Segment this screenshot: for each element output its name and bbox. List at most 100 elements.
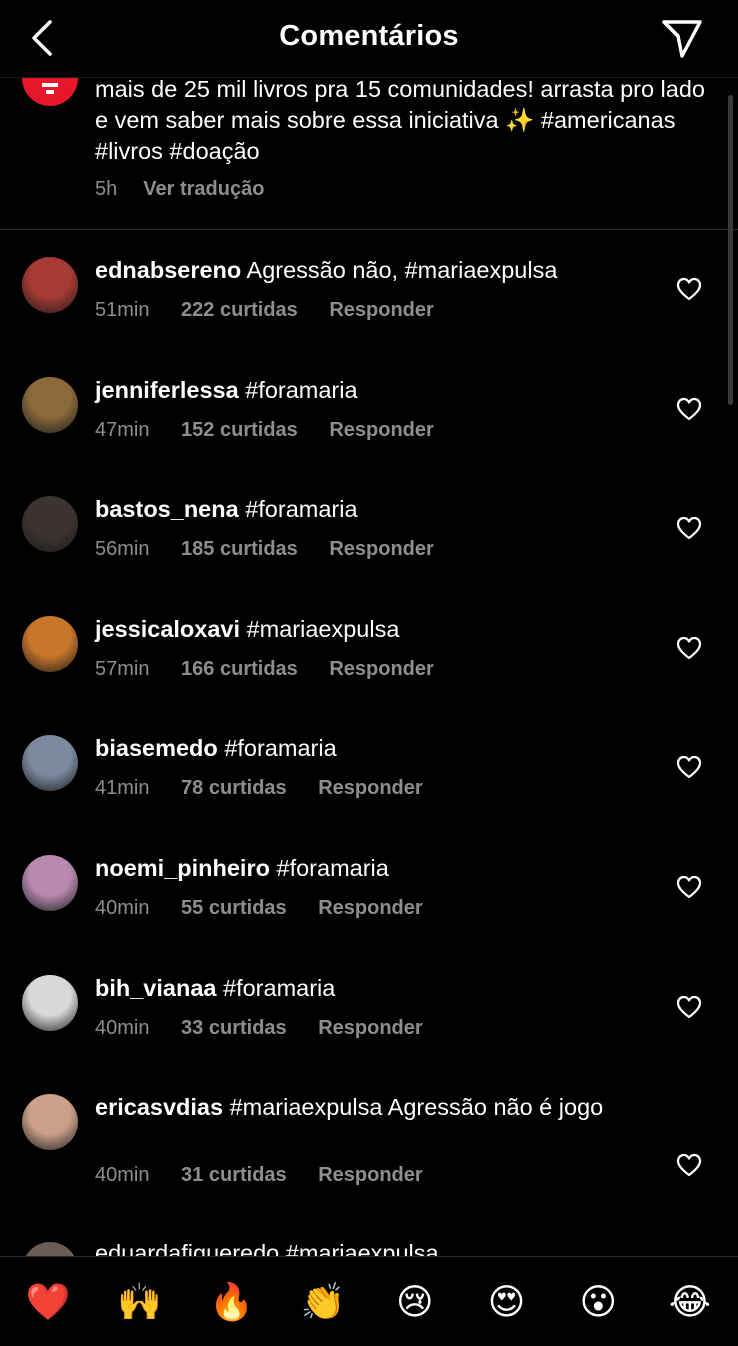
raising-hands-emoji-button[interactable]: 🙌 bbox=[117, 1280, 162, 1324]
crying-face-emoji-button[interactable]: 😢 bbox=[393, 1280, 437, 1324]
comment-time: 57min bbox=[95, 657, 150, 680]
comment-meta: 57min 166 curtidas Responder bbox=[95, 658, 460, 681]
like-button[interactable] bbox=[676, 995, 702, 1019]
likes-count[interactable]: 222 curtidas bbox=[181, 299, 298, 321]
comment-username[interactable]: jenniferlessa bbox=[95, 377, 239, 403]
page-title: Comentários bbox=[279, 20, 459, 52]
likes-count[interactable]: 152 curtidas bbox=[181, 419, 298, 441]
comment-item: jessicaloxavi #mariaexpulsa 57min 166 cu… bbox=[0, 589, 738, 709]
comment-username[interactable]: ednabsereno bbox=[95, 257, 241, 283]
comment-time: 56min bbox=[95, 538, 150, 561]
like-button[interactable] bbox=[676, 755, 702, 779]
comment-text: #foramaria bbox=[224, 735, 337, 762]
red-heart-emoji-button[interactable]: ❤️ bbox=[26, 1280, 71, 1324]
fire-emoji-button[interactable]: 🔥 bbox=[209, 1280, 254, 1324]
comment-text: #foramaria bbox=[223, 974, 336, 1001]
comment-item: ednabsereno Agressão não, #mariaexpulsa … bbox=[0, 230, 738, 350]
comment-username[interactable]: noemi_pinheiro bbox=[95, 855, 270, 881]
comment-text: eduardafigueredo #mariaexpulsa bbox=[95, 1240, 439, 1256]
brand-logo-icon bbox=[42, 83, 58, 87]
heart-icon bbox=[676, 1154, 702, 1177]
avatar[interactable] bbox=[22, 1094, 78, 1151]
avatar[interactable] bbox=[22, 854, 78, 911]
comment-username[interactable]: biasemedo bbox=[95, 735, 218, 761]
like-button[interactable] bbox=[676, 397, 702, 421]
caption-meta: 5h Ver tradução bbox=[95, 178, 264, 201]
avatar[interactable] bbox=[22, 735, 78, 792]
comment-username[interactable]: bih_vianaa bbox=[95, 975, 216, 1001]
like-button[interactable] bbox=[676, 875, 702, 899]
avatar[interactable] bbox=[22, 376, 78, 433]
avatar[interactable] bbox=[22, 1242, 78, 1256]
likes-count[interactable]: 185 curtidas bbox=[181, 538, 298, 560]
heart-eyes-emoji-button[interactable]: 😍 bbox=[485, 1280, 529, 1324]
comment-time: 40min bbox=[95, 896, 150, 919]
comment-username[interactable]: bastos_nena bbox=[95, 496, 239, 522]
comment-item-partial: eduardafigueredo #mariaexpulsa bbox=[0, 1220, 738, 1256]
reply-button[interactable]: Responder bbox=[329, 299, 433, 321]
avatar[interactable] bbox=[22, 257, 78, 313]
comment-item: biasemedo #foramaria 41min 78 curtidas R… bbox=[0, 708, 738, 828]
comment-item: bastos_nena #foramaria 56min 185 curtida… bbox=[0, 469, 738, 589]
comment-meta: 40min 31 curtidas Responder bbox=[95, 1164, 449, 1187]
comment-username[interactable]: jessicaloxavi bbox=[95, 616, 240, 642]
reply-button[interactable]: Responder bbox=[318, 1017, 422, 1039]
avatar[interactable] bbox=[22, 496, 78, 553]
comment-item: jenniferlessa #foramaria 47min 152 curti… bbox=[0, 350, 738, 470]
laughing-face-emoji-button[interactable]: 😂 bbox=[668, 1280, 712, 1324]
comment-username[interactable]: ericasvdias bbox=[95, 1094, 223, 1120]
like-button[interactable] bbox=[676, 516, 702, 540]
avatar[interactable] bbox=[22, 615, 78, 672]
comment-item: noemi_pinheiro #foramaria 40min 55 curti… bbox=[0, 828, 738, 948]
comment-text: #foramaria bbox=[276, 854, 389, 881]
likes-count[interactable]: 33 curtidas bbox=[181, 1017, 287, 1039]
comment-time: 51min bbox=[95, 299, 150, 321]
scrollbar[interactable] bbox=[728, 95, 733, 405]
caption-time: 5h bbox=[95, 178, 118, 200]
comment-text: #foramaria bbox=[245, 496, 358, 523]
comment-text: #foramaria bbox=[245, 376, 358, 403]
comments-screen: Comentários mais de 25 mil livros pra 15… bbox=[0, 0, 738, 1346]
heart-icon bbox=[676, 995, 702, 1018]
reply-button[interactable]: Responder bbox=[329, 419, 433, 441]
like-button[interactable] bbox=[676, 1153, 702, 1177]
comment-meta: 56min 185 curtidas Responder bbox=[95, 538, 460, 561]
like-button[interactable] bbox=[676, 636, 702, 660]
see-translation-link[interactable]: Ver tradução bbox=[143, 178, 264, 200]
comment-text: #mariaexpulsa bbox=[246, 615, 400, 642]
comment-meta: 41min 78 curtidas Responder bbox=[95, 777, 449, 800]
comment-item: bih_vianaa #foramaria 40min 33 curtidas … bbox=[0, 948, 738, 1068]
heart-icon bbox=[676, 636, 702, 659]
likes-count[interactable]: 78 curtidas bbox=[181, 777, 287, 799]
clapping-hands-emoji-button[interactable]: 👏 bbox=[301, 1280, 346, 1324]
reply-button[interactable]: Responder bbox=[329, 658, 433, 680]
heart-icon bbox=[676, 277, 702, 301]
comment-text: Agressão não, #mariaexpulsa bbox=[246, 257, 558, 283]
heart-icon bbox=[676, 875, 702, 899]
reply-button[interactable]: Responder bbox=[329, 538, 433, 560]
comment-meta: 40min 55 curtidas Responder bbox=[95, 897, 449, 920]
avatar[interactable] bbox=[22, 974, 78, 1031]
heart-icon bbox=[676, 756, 702, 779]
heart-icon bbox=[676, 517, 702, 540]
like-button[interactable] bbox=[676, 277, 702, 301]
heart-icon bbox=[676, 397, 702, 420]
header: Comentários bbox=[0, 0, 738, 78]
share-button[interactable] bbox=[658, 14, 706, 62]
reply-button[interactable]: Responder bbox=[318, 897, 422, 919]
surprised-face-emoji-button[interactable]: 😮 bbox=[576, 1280, 620, 1324]
reply-button[interactable]: Responder bbox=[318, 777, 422, 799]
caption-text: mais de 25 mil livros pra 15 comunidades… bbox=[95, 76, 705, 164]
comment-time: 40min bbox=[95, 1016, 150, 1039]
comment-list: ednabsereno Agressão não, #mariaexpulsa … bbox=[0, 230, 738, 1217]
likes-count[interactable]: 166 curtidas bbox=[181, 658, 298, 680]
comment-text: #mariaexpulsa Agressão não é jogo bbox=[229, 1094, 604, 1121]
comment-item: ericasvdias #mariaexpulsa Agressão não é… bbox=[0, 1067, 738, 1217]
reply-button[interactable]: Responder bbox=[318, 1164, 422, 1186]
comment-meta: 40min 33 curtidas Responder bbox=[95, 1017, 449, 1040]
likes-count[interactable]: 31 curtidas bbox=[181, 1164, 287, 1186]
likes-count[interactable]: 55 curtidas bbox=[181, 897, 287, 919]
comment-time: 40min bbox=[95, 1164, 150, 1187]
comment-time: 41min bbox=[95, 777, 150, 800]
comment-meta: 51min 222 curtidas Responder bbox=[95, 299, 460, 322]
